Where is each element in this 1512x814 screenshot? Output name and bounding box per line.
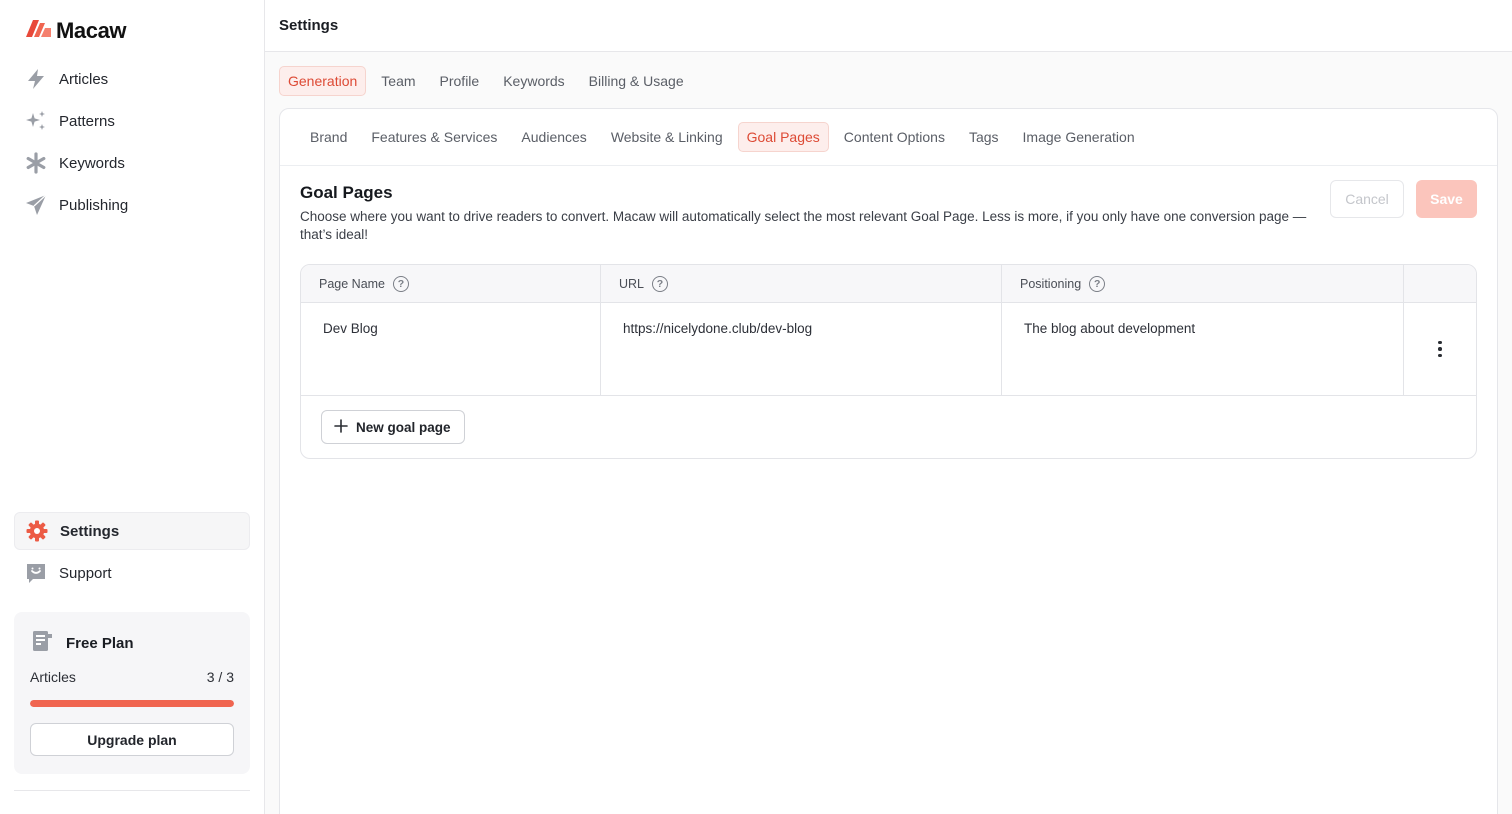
- support-icon: [24, 561, 48, 585]
- cell-actions: [1404, 303, 1476, 395]
- sparkles-icon: [24, 109, 48, 133]
- new-goal-page-label: New goal page: [356, 419, 451, 435]
- help-icon[interactable]: ?: [393, 275, 410, 292]
- sidebar-item-label: Support: [59, 564, 112, 582]
- tab-team[interactable]: Team: [372, 66, 424, 96]
- settings-tabs: Generation Team Profile Keywords Billing…: [279, 66, 693, 96]
- page-title: Settings: [279, 17, 339, 34]
- tab-audiences[interactable]: Audiences: [512, 122, 595, 152]
- column-header-label: URL: [619, 276, 645, 291]
- goal-pages-table: Page Name ? URL ? Positioning ? Dev Blog…: [300, 264, 1477, 459]
- secondary-nav: Settings Support: [14, 512, 250, 596]
- send-icon: [24, 193, 48, 217]
- plan-usage-bar: [30, 700, 234, 707]
- table-row[interactable]: Dev Blog https://nicelydone.club/dev-blo…: [301, 303, 1476, 396]
- more-options-icon[interactable]: [1430, 339, 1450, 359]
- upgrade-plan-button[interactable]: Upgrade plan: [30, 723, 234, 756]
- plan-metric-label: Articles: [30, 669, 76, 685]
- top-bar: Settings: [265, 0, 1512, 52]
- sidebar-divider: [14, 790, 250, 791]
- cell-url[interactable]: https://nicelydone.club/dev-blog: [601, 303, 1002, 395]
- sidebar: Macaw Articles Patterns Keywords Publish…: [0, 0, 265, 814]
- section-description: Choose where you want to drive readers t…: [300, 209, 1307, 242]
- tab-billing-usage[interactable]: Billing & Usage: [580, 66, 693, 96]
- table-header: Page Name ? URL ? Positioning ?: [301, 265, 1476, 303]
- tab-image-generation[interactable]: Image Generation: [1014, 122, 1144, 152]
- sidebar-item-label: Settings: [60, 522, 120, 540]
- generation-panel: Brand Features & Services Audiences Webs…: [279, 108, 1498, 814]
- plan-usage-fill: [30, 700, 234, 707]
- tab-goal-pages[interactable]: Goal Pages: [737, 122, 829, 152]
- column-header-positioning: Positioning ?: [1002, 265, 1404, 302]
- column-header-label: Page Name: [319, 276, 386, 291]
- column-header-actions: [1404, 265, 1476, 302]
- sidebar-item-label: Patterns: [59, 112, 115, 130]
- plan-card: Free Plan Articles 3 / 3 Upgrade plan: [14, 612, 250, 774]
- tab-generation[interactable]: Generation: [279, 66, 367, 96]
- main-content: Settings Generation Team Profile Keyword…: [265, 0, 1512, 814]
- column-header-label: Positioning: [1020, 276, 1082, 291]
- cancel-button[interactable]: Cancel: [1330, 180, 1404, 218]
- tab-website-linking[interactable]: Website & Linking: [602, 122, 732, 152]
- plan-title: Free Plan: [66, 635, 134, 652]
- sidebar-item-support[interactable]: Support: [14, 554, 250, 592]
- save-button[interactable]: Save: [1416, 180, 1477, 218]
- main-nav: Articles Patterns Keywords Publishing: [14, 60, 250, 228]
- column-header-page-name: Page Name ?: [301, 265, 601, 302]
- plan-usage-row: Articles 3 / 3: [30, 669, 234, 685]
- app-logo[interactable]: Macaw: [26, 18, 127, 44]
- sidebar-item-patterns[interactable]: Patterns: [14, 102, 250, 140]
- app-name: Macaw: [56, 18, 127, 43]
- tab-keywords[interactable]: Keywords: [494, 66, 573, 96]
- sidebar-item-keywords[interactable]: Keywords: [14, 144, 250, 182]
- gear-icon: [25, 519, 49, 543]
- new-goal-page-button[interactable]: New goal page: [321, 410, 465, 444]
- lightning-icon: [24, 67, 48, 91]
- tab-brand[interactable]: Brand: [301, 122, 356, 152]
- cell-positioning[interactable]: The blog about development: [1002, 303, 1404, 395]
- sidebar-item-publishing[interactable]: Publishing: [14, 186, 250, 224]
- cell-page-name[interactable]: Dev Blog: [301, 303, 601, 395]
- sidebar-item-label: Articles: [59, 70, 109, 88]
- tab-features-services[interactable]: Features & Services: [362, 122, 506, 152]
- generation-tabs: Brand Features & Services Audiences Webs…: [280, 109, 1497, 166]
- plan-metric-value: 3 / 3: [206, 669, 234, 685]
- macaw-logo-icon: [26, 20, 51, 42]
- help-icon[interactable]: ?: [1089, 275, 1106, 292]
- document-icon: [30, 630, 54, 657]
- asterisk-icon: [24, 151, 48, 175]
- tab-profile[interactable]: Profile: [431, 66, 489, 96]
- sidebar-item-settings[interactable]: Settings: [14, 512, 250, 550]
- sidebar-item-articles[interactable]: Articles: [14, 60, 250, 98]
- sidebar-item-label: Keywords: [59, 154, 125, 172]
- section-title: Goal Pages: [300, 183, 393, 202]
- tab-content-options[interactable]: Content Options: [835, 122, 954, 152]
- tab-tags[interactable]: Tags: [960, 122, 1008, 152]
- table-footer: New goal page: [301, 396, 1476, 458]
- plan-header: Free Plan: [30, 630, 134, 657]
- column-header-url: URL ?: [601, 265, 1002, 302]
- sidebar-item-label: Publishing: [59, 196, 129, 214]
- help-icon[interactable]: ?: [652, 275, 669, 292]
- plus-icon: [334, 418, 348, 436]
